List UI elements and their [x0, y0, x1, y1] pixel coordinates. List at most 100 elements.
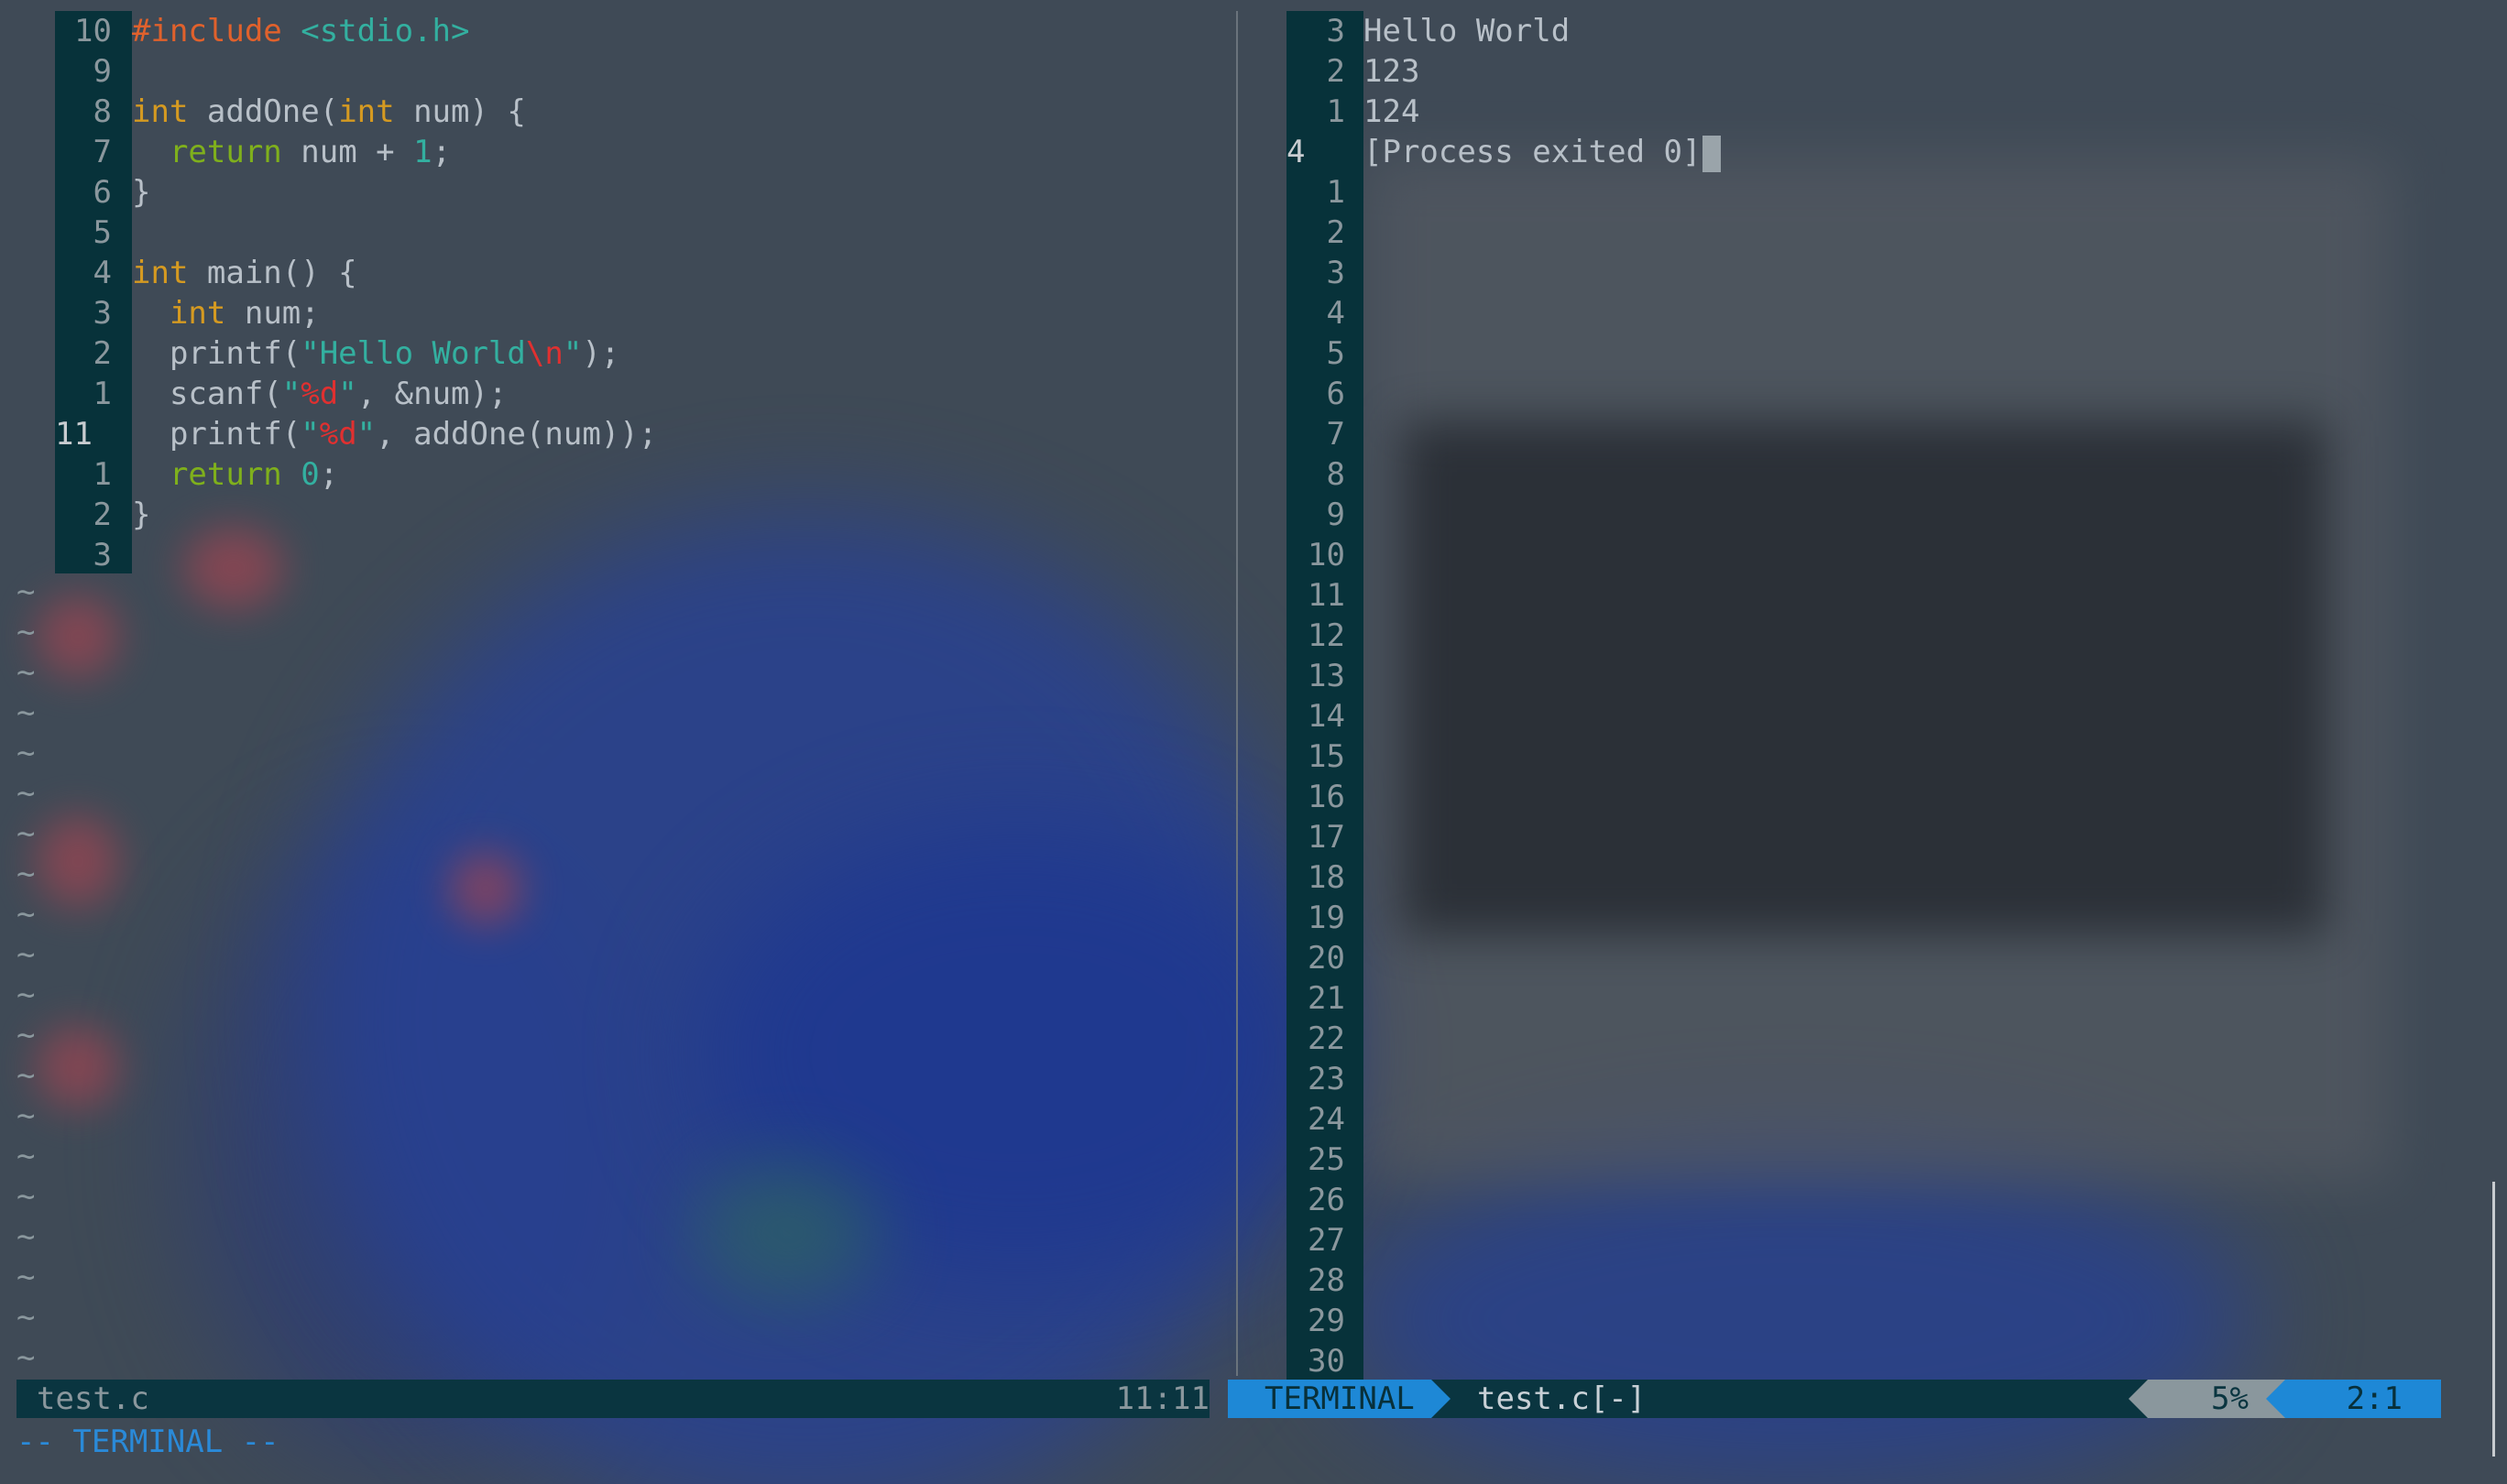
code-text: printf("%d", addOne(num)); — [132, 414, 657, 454]
scrollbar[interactable] — [2492, 1182, 2495, 1457]
terminal-line[interactable]: 4 [Process exited 0] — [1264, 132, 1722, 172]
terminal-line[interactable]: 6 — [1264, 374, 1345, 414]
code-line[interactable]: 3 int num; — [0, 293, 320, 333]
terminal-line[interactable]: 20 — [1264, 938, 1345, 978]
terminal-line[interactable]: 4 — [1264, 293, 1345, 333]
code-text: int main() { — [132, 253, 357, 293]
window-split-divider[interactable] — [1236, 11, 1238, 1376]
line-number: 17 — [1308, 819, 1345, 856]
empty-line-tilde: ~ — [16, 977, 36, 1013]
code-line[interactable]: 7 return num + 1; — [0, 132, 452, 172]
line-number: 29 — [1308, 1303, 1345, 1339]
terminal-line[interactable]: 23 — [1264, 1059, 1345, 1099]
line-number: 8 — [1326, 456, 1345, 493]
code-line[interactable]: 6} — [0, 172, 151, 213]
code-line[interactable]: 1 return 0; — [0, 454, 339, 495]
code-token: } — [132, 174, 151, 211]
terminal-output-text: 123 — [1363, 53, 1420, 90]
terminal-line[interactable]: 2 123 — [1264, 51, 1420, 92]
code-token: , addOne(num)); — [376, 416, 658, 453]
terminal-line[interactable]: 12 — [1264, 616, 1345, 656]
code-token: return — [169, 456, 282, 493]
line-number: 9 — [1326, 496, 1345, 533]
line-number: 7 — [1326, 416, 1345, 453]
code-line[interactable]: 9 — [0, 51, 112, 92]
line-number: 2 — [93, 496, 112, 533]
terminal-line[interactable]: 24 — [1264, 1099, 1345, 1140]
terminal-line[interactable]: 10 — [1264, 535, 1345, 575]
code-text: printf("Hello World\n"); — [132, 333, 619, 374]
line-number: 21 — [1308, 980, 1345, 1017]
code-text: int num; — [132, 293, 320, 333]
empty-line-tilde: ~ — [16, 896, 36, 933]
code-line[interactable]: 10 #include <stdio.h> — [0, 11, 469, 51]
terminal-line[interactable]: 13 — [1264, 656, 1345, 696]
terminal-line[interactable]: 5 — [1264, 333, 1345, 374]
empty-line-tilde: ~ — [16, 1178, 36, 1215]
code-line[interactable]: 2 printf("Hello World\n"); — [0, 333, 620, 374]
terminal-line[interactable]: 2 — [1264, 213, 1345, 253]
terminal-line[interactable]: 29 — [1264, 1301, 1345, 1341]
line-number: 14 — [1308, 698, 1345, 735]
empty-line-tilde: ~ — [16, 815, 36, 852]
terminal-line[interactable]: 1 124 — [1264, 92, 1420, 132]
line-number: 24 — [1308, 1101, 1345, 1138]
terminal-line[interactable]: 7 — [1264, 414, 1345, 454]
terminal-line[interactable]: 3 — [1264, 253, 1345, 293]
code-line[interactable]: 11 printf("%d", addOne(num)); — [0, 414, 657, 454]
terminal-pane[interactable]: 3 Hello World 2 123 1 124 4 [Process exited 0] 1… — [1264, 11, 2456, 1380]
terminal-line[interactable]: 11 — [1264, 575, 1345, 616]
editor-filename: test.c — [37, 1380, 149, 1417]
code-text: return 0; — [132, 454, 338, 495]
code-line[interactable]: 1 scanf("%d", &num); — [0, 374, 508, 414]
code-line[interactable]: 3 — [0, 535, 112, 575]
line-number: 1 — [93, 376, 112, 412]
code-line[interactable]: 2} — [0, 495, 151, 535]
terminal-line[interactable]: 18 — [1264, 857, 1345, 898]
terminal-line[interactable]: 14 — [1264, 696, 1345, 737]
line-number: 5 — [93, 214, 112, 251]
terminal-line[interactable]: 3 Hello World — [1264, 11, 1571, 51]
code-token: " — [338, 376, 357, 412]
code-line[interactable]: 4 int main() { — [0, 253, 357, 293]
empty-line-tilde: ~ — [16, 1339, 36, 1376]
terminal-line[interactable]: 27 — [1264, 1220, 1345, 1260]
terminal-line[interactable]: 17 — [1264, 817, 1345, 857]
terminal-line[interactable]: 22 — [1264, 1019, 1345, 1059]
terminal-line[interactable]: 15 — [1264, 737, 1345, 777]
code-token: " — [356, 416, 377, 453]
terminal-line[interactable]: 30 — [1264, 1341, 1345, 1381]
code-token: ; — [432, 134, 452, 170]
terminal-line[interactable]: 28 — [1264, 1260, 1345, 1301]
code-token: 1 — [413, 134, 432, 170]
code-token: printf( — [132, 416, 301, 453]
terminal-line[interactable]: 9 — [1264, 495, 1345, 535]
code-token: int — [132, 93, 189, 130]
terminal-line[interactable]: 19 — [1264, 898, 1345, 938]
code-line[interactable]: 8 int addOne(int num) { — [0, 92, 526, 132]
line-number: 3 — [1326, 13, 1345, 49]
line-number: 1 — [1326, 174, 1345, 211]
code-token: main() { — [188, 255, 357, 291]
terminal-line[interactable]: 26 — [1264, 1180, 1345, 1220]
terminal-line[interactable]: 16 — [1264, 777, 1345, 817]
line-number: 1 — [93, 456, 112, 493]
line-number: 6 — [1326, 376, 1345, 412]
line-number: 27 — [1308, 1222, 1345, 1259]
editor-cursor-position: 11:11 — [1115, 1380, 1210, 1417]
code-token: scanf( — [132, 376, 282, 412]
terminal-line[interactable]: 8 — [1264, 454, 1345, 495]
terminal-line[interactable]: 25 — [1264, 1140, 1345, 1180]
line-number: 30 — [1308, 1343, 1345, 1380]
code-token: printf( — [132, 335, 301, 372]
terminal-line[interactable]: 21 — [1264, 978, 1345, 1019]
code-line[interactable]: 5 — [0, 213, 112, 253]
line-number: 28 — [1308, 1262, 1345, 1299]
terminal-output-text: [Process exited 0] — [1363, 132, 1722, 172]
empty-line-tilde: ~ — [16, 1259, 36, 1295]
line-number: 5 — [1326, 335, 1345, 372]
code-token: #include — [132, 13, 301, 49]
editor-pane[interactable]: 10 #include <stdio.h> 9 8 int addOne(int num… — [0, 11, 1228, 1376]
terminal-line[interactable]: 1 — [1264, 172, 1345, 213]
